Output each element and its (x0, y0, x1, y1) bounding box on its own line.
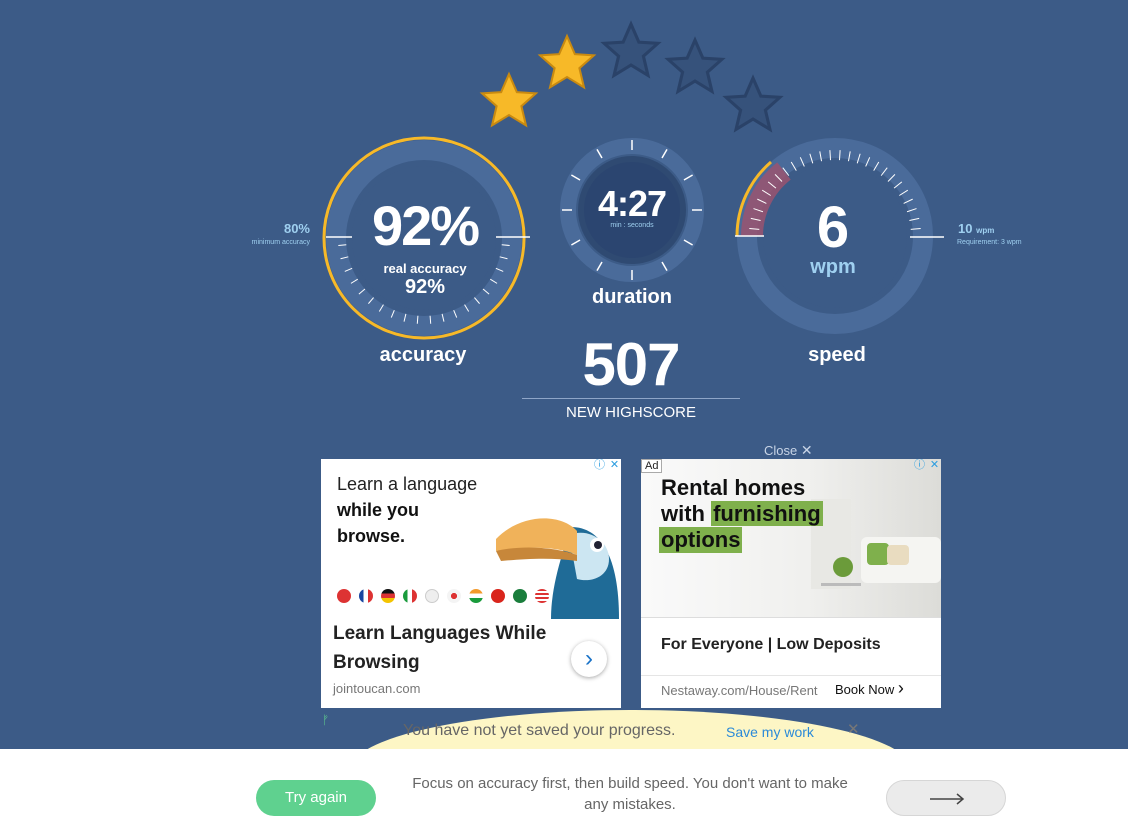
ad-domain[interactable]: jointoucan.com (333, 681, 420, 696)
star-rating (470, 20, 790, 140)
gauge-tick (839, 150, 841, 161)
speed-label: speed (808, 344, 866, 366)
accuracy-value: 92% (371, 194, 480, 257)
speed-requirement: Requirement: 3 wpm (957, 239, 1022, 246)
ad-line-3: browse. (337, 526, 406, 546)
score-divider (522, 398, 740, 399)
ad-line-1: Rental homes (661, 475, 806, 500)
gauge-tick (501, 244, 510, 246)
gauge-tick (338, 244, 347, 246)
close-icon: ✕ (800, 442, 813, 458)
ad-domain[interactable]: Nestaway.com/House/Rent (661, 683, 818, 698)
gauge-tick (416, 315, 419, 324)
chevron-right-icon: › (897, 678, 904, 698)
arrow-right-icon (930, 793, 965, 805)
star-icon (664, 36, 726, 95)
accuracy-label: accuracy (379, 344, 467, 366)
min-accuracy-value: 80% (283, 221, 310, 236)
ad-headline[interactable]: Learn Languages While Browsing (333, 619, 563, 677)
speed-value: 6 (816, 195, 850, 260)
score-value: 507 (582, 331, 680, 398)
ad-close-button[interactable]: Close ✕ (764, 442, 813, 459)
info-icon[interactable]: ⓘ (593, 459, 606, 472)
ad-cta[interactable]: Book Now › (835, 679, 904, 697)
ad-rental[interactable]: Ad ⓘ ✕ Rental homes with furnishing optio… (641, 459, 941, 708)
close-icon[interactable]: ✕ (608, 459, 621, 472)
flag-row (337, 589, 549, 603)
min-accuracy-label: minimum accuracy (251, 239, 310, 246)
real-accuracy-value: 92% (404, 276, 446, 298)
next-button[interactable] (886, 780, 1006, 816)
adchoices-icon[interactable]: ᚠ (322, 713, 329, 727)
duration-value: 4:27 (597, 183, 667, 224)
ad-line-2: with furnishing (661, 501, 823, 526)
save-progress-message: You have not yet saved your progress. (403, 722, 676, 739)
close-icon[interactable]: ✕ (847, 720, 860, 738)
gauge-tick (429, 315, 432, 324)
star-icon (479, 71, 539, 128)
speed-unit: wpm (810, 256, 856, 278)
ad-headline[interactable]: For Everyone | Low Deposits (661, 636, 881, 654)
duration-label: duration (592, 286, 672, 308)
chevron-right-icon[interactable]: › (571, 641, 607, 677)
ad-line-2: while you (337, 500, 420, 520)
star-icon (600, 20, 662, 79)
info-icon[interactable]: ⓘ (913, 459, 926, 472)
close-icon[interactable]: ✕ (928, 459, 941, 472)
ad-language[interactable]: ⓘ ✕ Learn a language while you browse. Le… (321, 459, 621, 708)
speed-side-value: 10 wpm (958, 221, 995, 236)
tip-text: Focus on accuracy first, then build spee… (412, 775, 848, 813)
duration-unit: min : seconds (610, 222, 654, 229)
score-label: NEW HIGHSCORE (565, 404, 696, 421)
gauge-tick (829, 150, 831, 161)
ad-line-1: Learn a language (337, 474, 478, 494)
ad-line-3: options (659, 527, 743, 553)
save-my-work-link[interactable]: Save my work (726, 724, 814, 740)
real-accuracy-label: real accuracy (383, 261, 467, 276)
try-again-button[interactable]: Try again (256, 780, 376, 816)
ad-badge: Ad (641, 459, 663, 473)
star-icon (537, 33, 597, 90)
star-icon (722, 74, 784, 133)
